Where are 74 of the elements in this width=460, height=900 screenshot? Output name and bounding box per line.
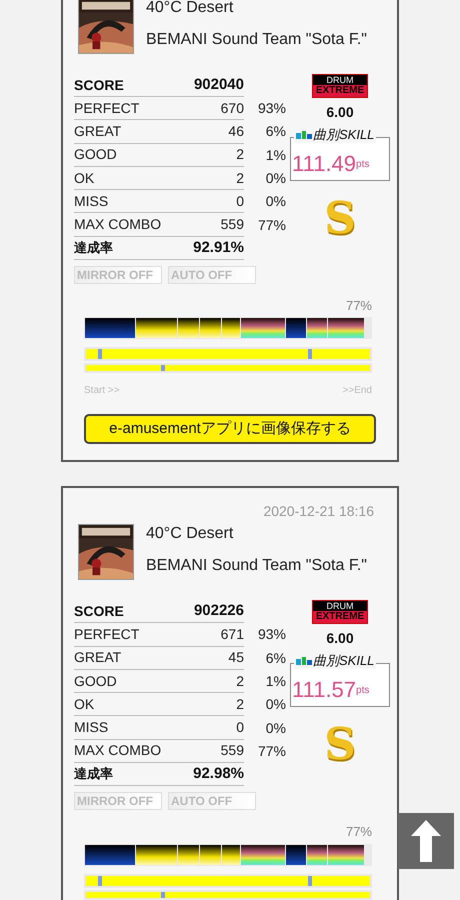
up-arrow-icon [411,820,441,862]
artist-name: BEMANI Sound Team "Sota F." [146,30,367,50]
judgement-count: 671 [220,624,244,644]
judgement-label: GOOD [74,672,117,691]
skill-value: 111.57 [292,677,356,704]
judgement-percent: 6% [264,122,286,142]
start-label: Start >> [84,384,120,398]
judgement-label: OK [74,168,94,188]
song-title: 40°C Desert [146,524,234,544]
play-date: 2020-12-21 18:16 [263,502,374,520]
judgement-count: 2 [236,694,244,714]
level-value: 6.00 [326,629,354,648]
score-label: SCORE [74,602,124,621]
score-value: 902040 [194,74,244,95]
difficulty-label: EXTREME [313,611,367,624]
judgement-label: MISS [74,192,108,211]
rate-value: 92.98% [193,764,244,784]
song-title: 40°C Desert [146,0,234,18]
end-label: >>End [342,384,372,398]
judgement-percent: 93% [256,99,286,118]
skill-label: 曲別SKILL [313,127,374,143]
judgement-percent: 0% [264,718,286,738]
option-badge: AUTO OFF [168,792,256,810]
judgement-percent: 1% [264,672,286,692]
level-value: 6.00 [326,103,354,122]
judgement-percent: 93% [256,625,286,644]
skill-value: 111.49 [292,151,356,177]
rate-value: 92.91% [193,238,244,258]
judgement-label: OK [74,694,94,714]
rate-label: 達成率 [74,765,113,784]
rank-grade: S [324,197,356,241]
judgement-percent: 77% [256,742,286,761]
judgement-percent: 77% [256,216,286,235]
judgement-label: PERFECT [74,98,140,118]
gauge-percent: 77% [346,823,372,842]
judgement-count: 2 [236,145,244,164]
scroll-top-button[interactable] [398,813,454,869]
judgement-count: 2 [236,672,244,691]
option-badge: AUTO OFF [168,266,256,284]
gauge-percent: 77% [346,296,372,315]
judgement-percent: 6% [264,648,286,668]
judgement-percent: 0% [264,695,286,714]
instrument-label: DRUM [313,601,367,612]
judgement-count: 670 [220,98,244,118]
judgement-count: 559 [220,215,244,234]
option-badge: MIRROR OFF [74,792,162,810]
judgement-count: 0 [236,718,244,738]
difficulty-label: EXTREME [313,85,367,97]
artist-name: BEMANI Sound Team "Sota F." [146,556,367,576]
judgement-label: GREAT [74,122,122,141]
judgement-count: 559 [220,741,244,760]
instrument-label: DRUM [313,75,367,85]
judgement-count: 46 [228,122,244,141]
rank-grade: S [324,723,356,768]
skill-unit: pts [356,158,370,172]
score-value: 902226 [194,601,244,622]
skill-unit: pts [356,684,370,698]
option-badge: MIRROR OFF [74,266,162,284]
save-image-button[interactable]: e-amusementアプリに画像保存する [84,414,376,444]
judgement-label: MAX COMBO [74,741,162,760]
judgement-count: 0 [236,192,244,211]
judgement-count: 45 [228,648,244,668]
judgement-label: MISS [74,718,108,738]
judgement-label: GOOD [74,145,117,164]
judgement-label: GREAT [74,648,122,668]
judgement-percent: 0% [264,192,286,212]
skill-label: 曲別SKILL [313,653,374,670]
score-label: SCORE [74,76,124,94]
judgement-percent: 0% [264,169,286,188]
judgement-count: 2 [236,168,244,188]
judgement-label: MAX COMBO [74,215,162,234]
judgement-label: PERFECT [74,624,140,644]
judgement-percent: 1% [264,146,286,165]
rate-label: 達成率 [74,239,113,258]
